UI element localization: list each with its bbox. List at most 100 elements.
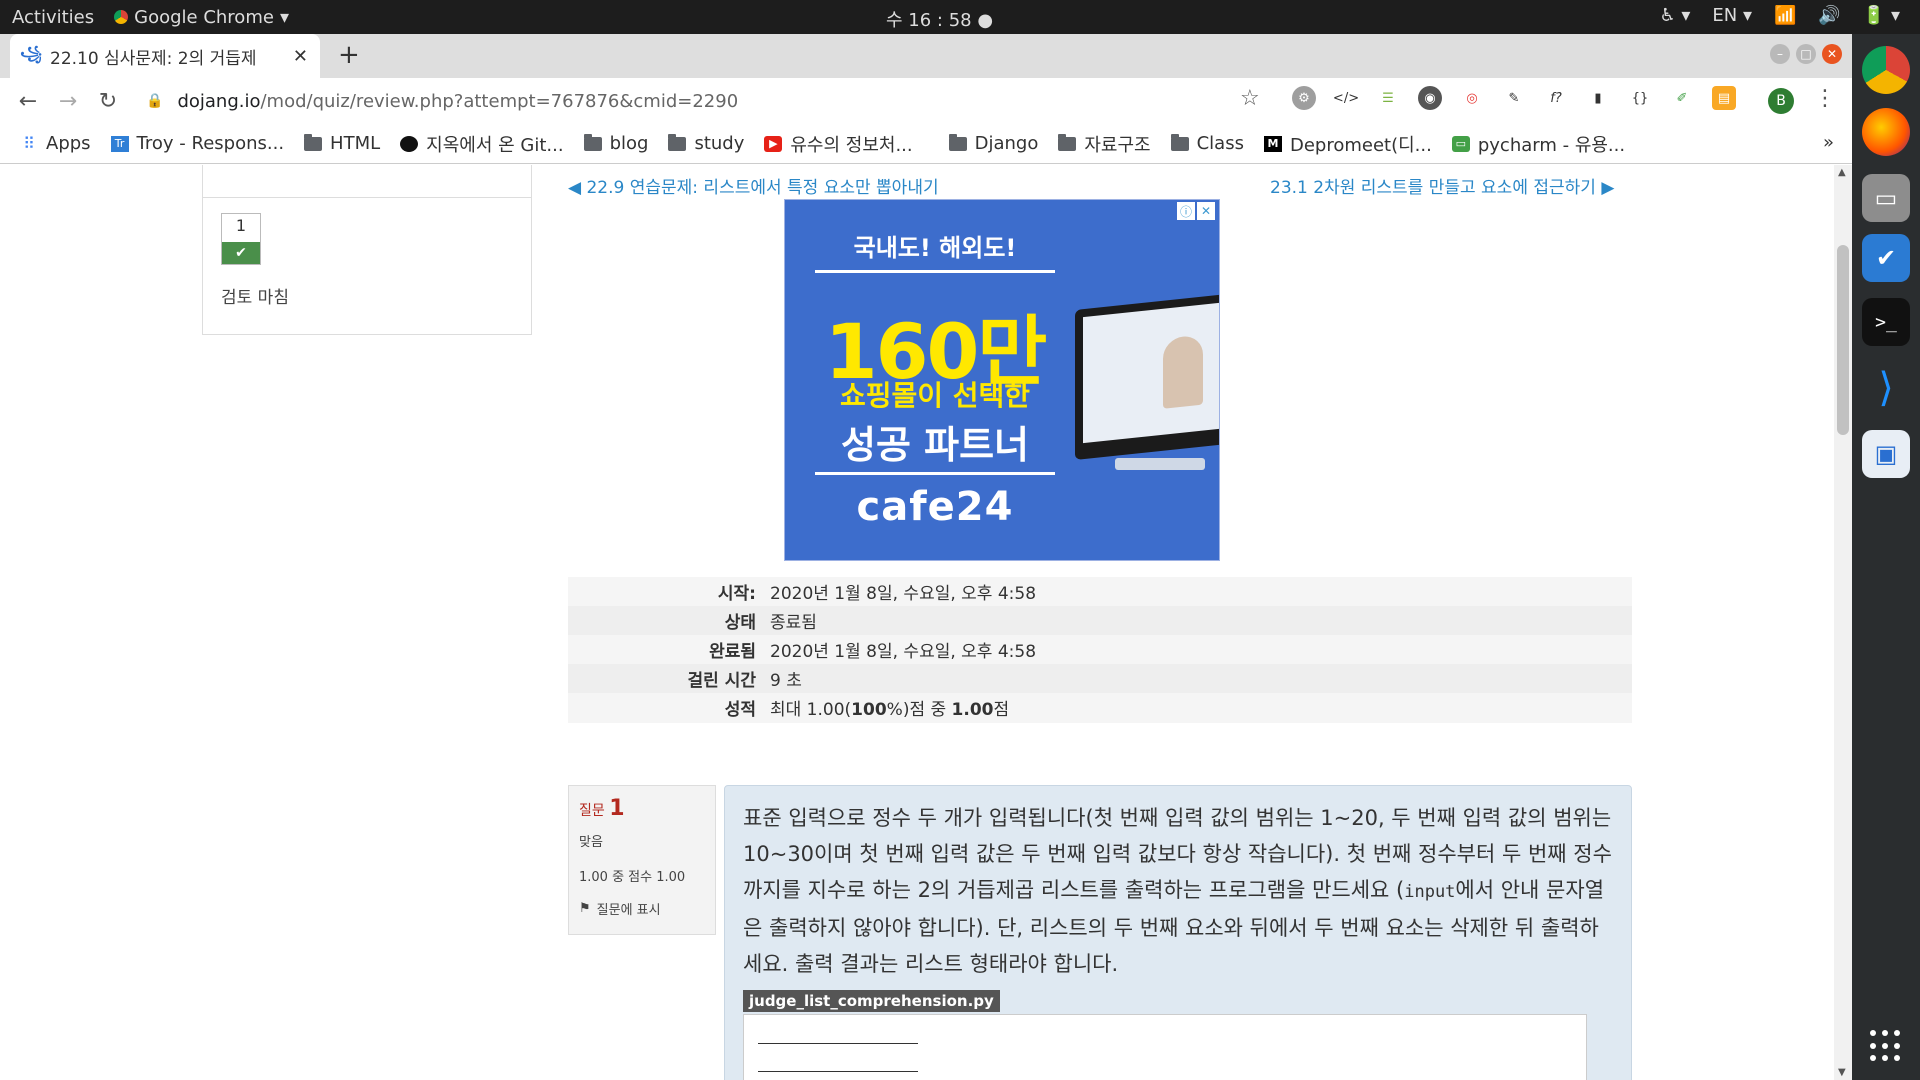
bookmark-django[interactable]: Django xyxy=(948,133,1038,154)
bookmark-class[interactable]: Class xyxy=(1170,133,1244,154)
chevron-down-icon: ▾ xyxy=(279,6,289,28)
summary-label: 상태 xyxy=(724,613,756,633)
app-menu[interactable]: Google Chrome ▾ xyxy=(114,7,289,28)
extension-braces-icon[interactable]: {} xyxy=(1628,86,1652,110)
terminal-icon[interactable]: >_ xyxy=(1862,298,1910,346)
bookmark-pycharm[interactable]: ▭ pycharm - 유용... xyxy=(1451,131,1625,157)
summary-value: 2020년 1월 8일, 수요일, 오후 4:58 xyxy=(770,584,1037,604)
flag-question-button[interactable]: ⚑ 질문에 표시 xyxy=(579,899,705,918)
extension-font-icon[interactable]: f? xyxy=(1544,86,1568,110)
volume-icon[interactable]: 🔊 xyxy=(1818,5,1840,26)
bookmark-youtube[interactable]: ▶ 유수의 정보처... xyxy=(764,131,913,157)
question-state: 맞음 xyxy=(579,835,603,850)
question-number: 질문 1 xyxy=(579,796,705,821)
inline-code: input xyxy=(1404,882,1456,902)
question-label: 질문 xyxy=(579,803,605,819)
vscode-icon[interactable]: ⟩ xyxy=(1862,364,1910,412)
menu-kebab-icon[interactable]: ⋮ xyxy=(1814,86,1836,111)
scrollbar-thumb[interactable] xyxy=(1837,245,1849,435)
next-activity-link[interactable]: 23.1 2차원 리스트를 만들고 요소에 접근하기 ▶ xyxy=(1270,173,1614,198)
new-tab-button[interactable]: + xyxy=(338,40,360,70)
file-manager-icon[interactable]: ▭ xyxy=(1862,174,1910,222)
medium-icon: M xyxy=(1263,135,1282,152)
image-viewer-icon[interactable]: ▣ xyxy=(1862,430,1910,478)
bookmark-apps[interactable]: ⠿ Apps xyxy=(20,133,90,154)
grade-post: 점 xyxy=(993,700,1010,720)
firefox-icon[interactable] xyxy=(1862,108,1910,156)
chrome-icon[interactable] xyxy=(1862,46,1910,94)
bookmark-label: HTML xyxy=(330,133,381,154)
app-menu-label: Google Chrome xyxy=(134,6,274,28)
grade-mid: %)점 중 xyxy=(886,700,952,720)
bookmark-html[interactable]: HTML xyxy=(304,133,380,154)
close-icon[interactable]: ✕ xyxy=(293,46,308,67)
battery-icon[interactable]: 🔋 ▾ xyxy=(1863,5,1900,26)
extension-folder-icon[interactable]: ▤ xyxy=(1712,86,1736,110)
maximize-button[interactable]: □ xyxy=(1796,44,1816,64)
folder-icon xyxy=(583,133,602,151)
extension-ladder-icon[interactable]: ☰ xyxy=(1376,86,1400,110)
extension-phone-icon[interactable]: ▮ xyxy=(1586,86,1610,110)
bookmark-blog[interactable]: blog xyxy=(583,133,648,154)
scroll-down-icon[interactable]: ▼ xyxy=(1838,1067,1846,1078)
bookmark-depromeet[interactable]: M Depromeet(디... xyxy=(1263,131,1432,157)
extension-code-icon[interactable]: </> xyxy=(1333,86,1359,110)
tab-title: 22.10 심사문제: 2의 거듭제 xyxy=(50,48,257,69)
advertisement[interactable]: ⓘ ✕ 국내도! 해외도! 160만 쇼핑몰이 선택한 성공 파트너 cafe2… xyxy=(784,199,1220,561)
summary-label: 성적 xyxy=(724,700,756,720)
wifi-icon[interactable]: 📶 xyxy=(1774,5,1796,26)
code-editor[interactable] xyxy=(743,1014,1587,1080)
keyboard-image xyxy=(1115,458,1205,470)
dojang-icon: ꧁ xyxy=(20,45,42,62)
bookmark-troy[interactable]: Tr Troy - Respons... xyxy=(110,133,285,154)
bookmarks-overflow-button[interactable]: » xyxy=(1823,132,1834,153)
show-applications-icon[interactable] xyxy=(1870,1030,1902,1062)
back-button[interactable]: ← xyxy=(8,81,48,121)
language-label: EN xyxy=(1712,5,1738,26)
folder-icon xyxy=(304,133,323,151)
finish-review-link[interactable]: 검토 마침 xyxy=(221,283,289,308)
clock[interactable]: 수 16 : 58 ● xyxy=(886,6,993,32)
question-text-panel: 표준 입력으로 정수 두 개가 입력됩니다(첫 번째 입력 값의 범위는 1~2… xyxy=(724,785,1632,1080)
language-indicator[interactable]: EN ▾ xyxy=(1712,5,1752,26)
clock-text: 수 16 : 58 xyxy=(886,10,972,31)
activities-button[interactable]: Activities xyxy=(12,7,94,28)
page-scrollbar[interactable]: ▲ ▼ xyxy=(1834,165,1852,1080)
minimize-button[interactable]: – xyxy=(1770,44,1790,64)
flag-icon: ⚑ xyxy=(579,901,591,916)
bookmark-star-icon[interactable]: ☆ xyxy=(1240,86,1260,111)
reload-button[interactable]: ↻ xyxy=(88,81,128,121)
summary-label: 걸린 시간 xyxy=(687,671,756,691)
forward-button[interactable]: → xyxy=(48,81,88,121)
extension-eyedropper-icon[interactable]: ✎ xyxy=(1502,86,1526,110)
extension-swirl-icon[interactable]: ◎ xyxy=(1460,86,1484,110)
tasks-check-icon[interactable]: ✔ xyxy=(1862,234,1910,282)
folder-icon xyxy=(1170,133,1189,151)
extension-eye-icon[interactable]: ◉ xyxy=(1418,86,1442,110)
divider xyxy=(815,270,1055,273)
summary-row: 완료됨 2020년 1월 8일, 수요일, 오후 4:58 xyxy=(568,635,1632,664)
accessibility-icon[interactable]: ♿ ▾ xyxy=(1659,5,1690,26)
extension-color-icon[interactable]: ✐ xyxy=(1670,86,1694,110)
bookmark-datastructure[interactable]: 자료구조 xyxy=(1058,131,1151,157)
close-window-button[interactable]: ✕ xyxy=(1822,44,1842,64)
info-icon[interactable]: ⓘ xyxy=(1177,202,1195,220)
attempt-summary-table: 시작: 2020년 1월 8일, 수요일, 오후 4:58 상태 종료됨 완료됨… xyxy=(568,577,1632,723)
extension-gear-icon[interactable]: ⚙ xyxy=(1292,86,1316,110)
profile-avatar[interactable]: B xyxy=(1768,88,1794,114)
code-line xyxy=(758,1043,918,1044)
ad-subline-2: 성공 파트너 xyxy=(840,423,1030,467)
bookmark-label: Troy - Respons... xyxy=(136,133,285,154)
lock-icon[interactable]: 🔒 xyxy=(146,93,163,109)
folder-icon xyxy=(668,133,687,151)
prev-activity-link[interactable]: ◀ 22.9 연습문제: 리스트에서 특정 요소만 뽑아내기 xyxy=(568,173,939,198)
close-icon[interactable]: ✕ xyxy=(1197,202,1215,220)
scroll-up-icon[interactable]: ▲ xyxy=(1838,167,1846,178)
summary-label: 시작: xyxy=(717,584,756,604)
address-bar[interactable]: 🔒 dojang.io/mod/quiz/review.php?attempt=… xyxy=(146,84,1272,118)
adchoices: ⓘ ✕ xyxy=(1177,202,1215,220)
browser-tab[interactable]: ꧁ 22.10 심사문제: 2의 거듭제 ✕ xyxy=(10,34,320,78)
bookmark-git[interactable]: 지옥에서 온 Git... xyxy=(400,131,564,157)
bookmark-study[interactable]: study xyxy=(668,133,744,154)
question-nav-button[interactable]: 1 ✔ xyxy=(221,213,261,265)
